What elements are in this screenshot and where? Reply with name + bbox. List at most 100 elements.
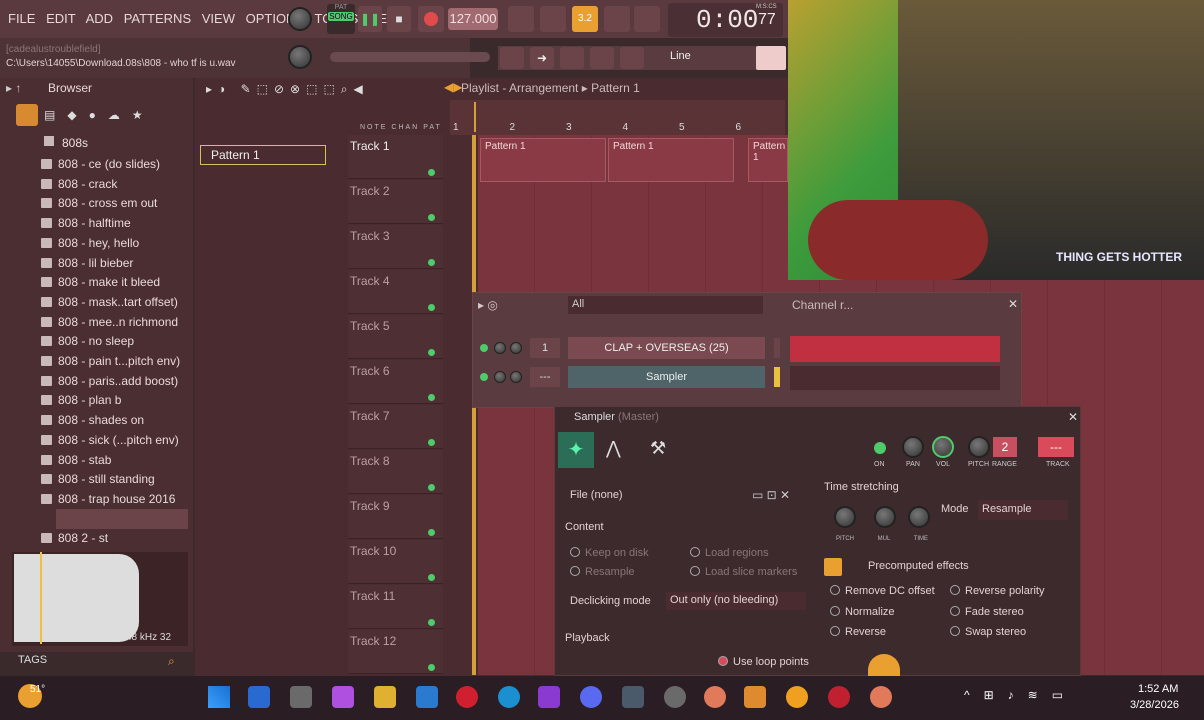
snap-select[interactable]: Line	[670, 50, 691, 62]
track-mute-led[interactable]	[428, 349, 435, 356]
pitch-knob[interactable]	[968, 436, 990, 458]
fl-studio-icon[interactable]	[744, 686, 766, 708]
channel-pan-knob[interactable]	[494, 371, 506, 383]
track-mute-led[interactable]	[428, 664, 435, 671]
browser-item[interactable]: 808 - sick (...pitch env)	[41, 433, 179, 447]
metronome-icon[interactable]	[508, 6, 534, 32]
channel-filter[interactable]: All	[568, 296, 763, 314]
wait-input-icon[interactable]	[540, 6, 566, 32]
menu-edit[interactable]: EDIT	[46, 11, 76, 26]
declicking-select[interactable]: Out only (no bleeding)	[666, 592, 806, 610]
effect-option[interactable]: Reverse	[830, 626, 886, 638]
time-display[interactable]: 0:00 77 M:S:CS	[668, 3, 783, 37]
ts-time-knob[interactable]	[908, 506, 930, 528]
stop-button[interactable]: ■	[387, 6, 411, 32]
track-mute-led[interactable]	[428, 214, 435, 221]
browser-item[interactable]: 808 - mee..n richmond	[40, 315, 178, 329]
mode-select[interactable]: Resample	[978, 500, 1068, 520]
browser-item[interactable]: 808 - ce (do slides)	[40, 157, 160, 171]
step-edit-icon[interactable]	[604, 6, 630, 32]
browser-item[interactable]: 808 - shades on	[40, 413, 144, 427]
pattern-clip[interactable]: Pattern 1	[608, 138, 734, 182]
pat-song-toggle[interactable]: PAT SONG	[327, 4, 355, 34]
pattern-picker-item[interactable]: Pattern 1	[200, 145, 326, 165]
ts-pitch-knob[interactable]	[834, 506, 856, 528]
ts-mul-knob[interactable]	[874, 506, 896, 528]
copilot-icon[interactable]	[332, 686, 354, 708]
menu-file[interactable]: FILE	[8, 11, 35, 26]
playlist-tools-icons[interactable]: ▸◑ ✎⬚⊘⊗⬚⬚⌕◀	[206, 82, 446, 96]
windows-start-icon[interactable]	[208, 686, 230, 708]
channel-name-button[interactable]: CLAP + OVERSEAS (25)	[568, 337, 765, 359]
channel-2-steps[interactable]	[790, 366, 1000, 390]
effect-option[interactable]: Fade stereo	[950, 605, 1024, 618]
app-icon-2[interactable]	[870, 686, 892, 708]
track-mute-led[interactable]	[428, 169, 435, 176]
sample-tab-icon[interactable]: ✦	[558, 432, 594, 468]
browser-item[interactable]: 808 - cross em out	[40, 196, 157, 210]
track-mute-led[interactable]	[428, 574, 435, 581]
folder-open-icon[interactable]: ▭ ⊡ ✕	[752, 488, 790, 502]
opt-keep-on-disk[interactable]: Keep on disk	[570, 547, 649, 559]
channel-1-steps[interactable]	[790, 336, 1000, 362]
browser-folder-808s[interactable]: 808s	[62, 136, 88, 150]
menu-view[interactable]: VIEW	[202, 11, 235, 26]
track-mute-led[interactable]	[428, 529, 435, 536]
track-value[interactable]: ---	[1038, 437, 1074, 457]
channel-rack-menu-icon[interactable]: ▸ ◎	[478, 298, 498, 312]
channel-name-button[interactable]: Sampler	[568, 366, 765, 388]
channel-vol-knob[interactable]	[510, 342, 522, 354]
channel-led[interactable]	[480, 344, 488, 352]
pattern-crumb[interactable]: Pattern 1	[591, 81, 640, 95]
app-icon-1[interactable]	[704, 686, 726, 708]
master-pitch-knob[interactable]	[288, 45, 312, 69]
pan-knob[interactable]	[902, 436, 924, 458]
browser-item[interactable]: 808 - mask..tart offset)	[41, 295, 178, 309]
browser-item[interactable]: 808 2 - st	[40, 531, 108, 545]
steam-icon[interactable]	[664, 686, 686, 708]
menu-patterns[interactable]: PATTERNS	[124, 11, 191, 26]
search-taskbar-icon[interactable]	[248, 686, 270, 708]
channel-pan-knob[interactable]	[494, 342, 506, 354]
channel-vol-knob[interactable]	[510, 371, 522, 383]
wrench-tab-icon[interactable]: ⚒	[650, 438, 666, 459]
pattern-clip[interactable]: Pattern 1	[480, 138, 606, 182]
browser-item[interactable]: 808 - stab	[40, 453, 111, 467]
channel-led[interactable]	[480, 373, 488, 381]
browser-item[interactable]: 808 - crack	[40, 177, 117, 191]
arrow-right-icon[interactable]: ➜	[530, 47, 554, 69]
effect-option[interactable]: Swap stereo	[950, 626, 1026, 638]
track-mute-led[interactable]	[428, 394, 435, 401]
discord-icon[interactable]	[580, 686, 602, 708]
browser-item[interactable]: 808 - lil bieber	[40, 256, 133, 270]
link-icon[interactable]	[590, 47, 614, 69]
use-loop-points[interactable]: Use loop points	[718, 656, 809, 668]
precomputed-wrench-icon[interactable]	[824, 558, 842, 576]
effect-option[interactable]: Reverse polarity	[950, 585, 1044, 597]
track-mute-led[interactable]	[428, 439, 435, 446]
loop-record-icon[interactable]	[634, 6, 660, 32]
browser-item[interactable]: 808 - paris..add boost)	[40, 374, 178, 388]
envelope-tab-icon[interactable]: ⋀	[606, 438, 621, 459]
browser-item[interactable]: 808 - make it bleed	[40, 275, 160, 289]
task-view-icon[interactable]	[290, 686, 312, 708]
browser-item[interactable]: 808 - hey, hello	[40, 236, 139, 250]
opt-load-regions[interactable]: Load regions	[690, 547, 769, 559]
file-explorer-icon[interactable]	[374, 686, 396, 708]
stamp-icon[interactable]	[620, 47, 644, 69]
sampler-close-icon[interactable]: ✕	[1068, 410, 1078, 424]
track-mute-led[interactable]	[428, 304, 435, 311]
clipchamp-icon[interactable]	[538, 686, 560, 708]
opera-icon[interactable]	[456, 686, 478, 708]
pencil-icon[interactable]	[560, 47, 584, 69]
track-mute-led[interactable]	[428, 259, 435, 266]
browser-item[interactable]: 808 - still standing	[41, 472, 155, 486]
browser-item[interactable]: 808 - trap house 2016	[40, 492, 175, 506]
search-icon[interactable]: ⌕	[168, 654, 175, 669]
opera-gx-icon[interactable]	[828, 686, 850, 708]
browser-item[interactable]: 808 - halftime	[41, 216, 131, 230]
system-tray-icons[interactable]: ^⊞♪≋▭	[964, 688, 1077, 702]
channel-select-bar[interactable]	[774, 367, 780, 387]
opt-resample[interactable]: Resample	[570, 566, 635, 578]
tempo-display[interactable]: 127.000	[448, 8, 498, 30]
